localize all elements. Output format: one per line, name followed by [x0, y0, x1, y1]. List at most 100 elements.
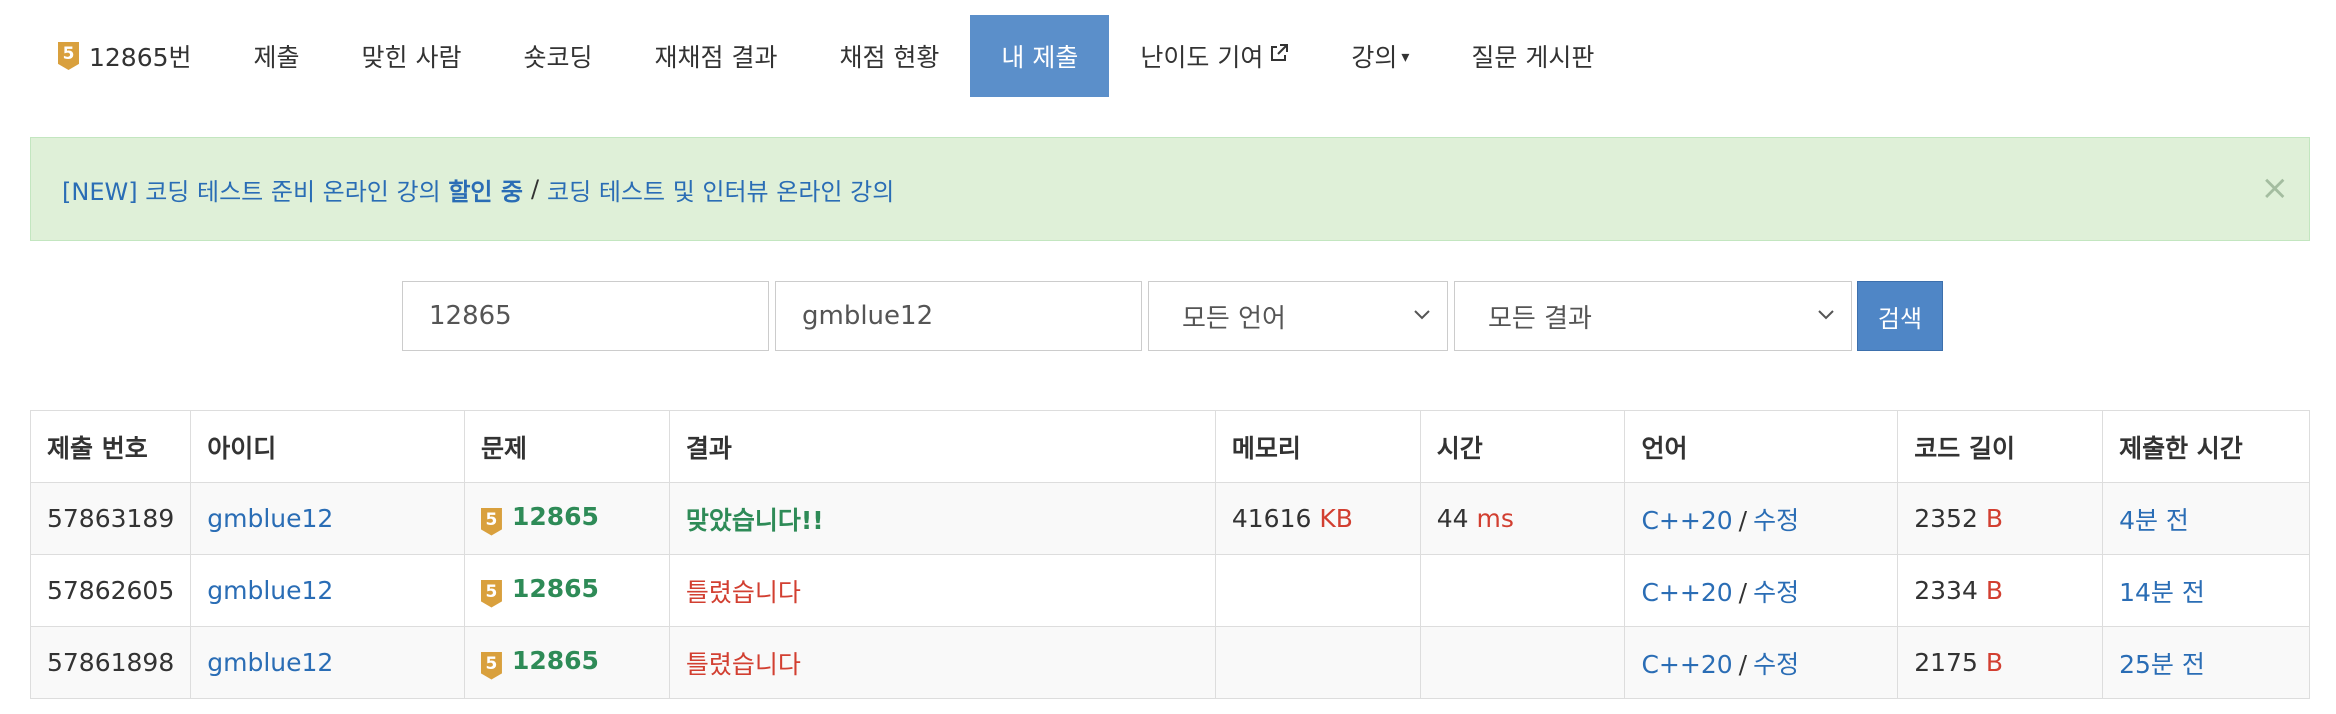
nav-my-submissions[interactable]: 내 제출: [970, 15, 1110, 97]
user-id-value: gmblue12: [802, 301, 934, 331]
header-time: 시간: [1419, 410, 1626, 483]
chevron-down-icon: [1413, 304, 1431, 328]
time-cell: 44 ms: [1419, 482, 1626, 555]
submitted-time-link[interactable]: 14분 전: [2102, 554, 2310, 627]
header-result: 결과: [668, 410, 1216, 483]
nav-status[interactable]: 채점 현황: [808, 15, 970, 97]
result-select[interactable]: 모든 결과: [1454, 281, 1852, 351]
code-length-unit: B: [1985, 576, 2003, 605]
nav-submit-label: 제출: [253, 43, 300, 72]
header-memory: 메모리: [1214, 410, 1421, 483]
language-cell: C++20/수정: [1624, 482, 1899, 555]
header-problem: 문제: [463, 410, 670, 483]
problem-number: 12865: [511, 645, 599, 675]
header-user: 아이디: [190, 410, 465, 483]
header-submission-id: 제출 번호: [29, 410, 192, 483]
search-button[interactable]: 검색: [1857, 281, 1943, 351]
language-cell: C++20/수정: [1624, 554, 1899, 627]
nav-short-coding[interactable]: 숏코딩: [493, 15, 624, 97]
edit-link[interactable]: 수정: [1753, 578, 1799, 607]
header-language: 언어: [1624, 410, 1899, 483]
tier-badge-icon: 5: [58, 42, 79, 70]
tier-badge-icon: 5: [480, 651, 502, 680]
submitted-time-link[interactable]: 4분 전: [2102, 482, 2310, 555]
user-id-input[interactable]: gmblue12: [775, 281, 1142, 351]
submission-id: 57862605: [29, 554, 192, 627]
memory-cell: 41616 KB: [1214, 482, 1421, 555]
problem-link[interactable]: 5 12865: [463, 482, 670, 555]
time-cell: [1419, 626, 1626, 699]
code-length-value: 2334: [1914, 576, 1978, 605]
memory-value: 41616: [1231, 504, 1312, 533]
time-cell: [1419, 554, 1626, 627]
edit-link[interactable]: 수정: [1753, 650, 1799, 679]
language-link[interactable]: C++20: [1641, 650, 1732, 679]
problem-id-input[interactable]: 12865: [402, 281, 769, 351]
language-select-value: 모든 언어: [1182, 303, 1286, 334]
edit-link[interactable]: 수정: [1753, 506, 1799, 535]
problem-link[interactable]: 5 12865: [463, 554, 670, 627]
problem-number: 12865: [511, 501, 599, 531]
promo-separator: /: [530, 175, 540, 203]
user-link[interactable]: gmblue12: [190, 626, 465, 699]
nav-solvers-label: 맞힌 사람: [361, 43, 462, 72]
tier-badge-icon: 5: [480, 579, 502, 608]
promo-link-1-bold: 할인 중: [448, 177, 523, 206]
memory-cell: [1214, 554, 1421, 627]
language-separator: /: [1738, 577, 1748, 607]
promo-link-2[interactable]: 코딩 테스트 및 인터뷰 온라인 강의: [547, 172, 894, 207]
language-select[interactable]: 모든 언어: [1148, 281, 1448, 351]
chevron-down-icon: [1817, 304, 1835, 328]
language-separator: /: [1738, 649, 1748, 679]
nav-short-coding-label: 숏코딩: [523, 43, 593, 72]
language-separator: /: [1738, 505, 1748, 535]
close-icon[interactable]: ×: [2261, 168, 2290, 208]
code-length-unit: B: [1985, 504, 2003, 533]
nav-lectures[interactable]: 강의 ▾: [1320, 15, 1440, 97]
promo-alert: [NEW] 코딩 테스트 준비 온라인 강의 할인 중 / 코딩 테스트 및 인…: [30, 137, 2310, 241]
nav-problem[interactable]: 5 12865번: [30, 15, 223, 97]
nav-difficulty[interactable]: 난이도 기여: [1109, 15, 1320, 97]
nav-solvers[interactable]: 맞힌 사람: [331, 15, 493, 97]
language-link[interactable]: C++20: [1641, 578, 1732, 607]
memory-unit: KB: [1319, 504, 1353, 533]
submissions-table: 제출 번호 아이디 문제 결과 메모리 시간 언어 코드 길이 제출한 시간 5…: [29, 410, 2310, 699]
code-length-unit: B: [1985, 648, 2003, 677]
nav-problem-label: 12865번: [89, 43, 192, 72]
language-link[interactable]: C++20: [1641, 506, 1732, 535]
code-length-cell: 2352 B: [1897, 482, 2104, 555]
time-unit: ms: [1476, 504, 1514, 533]
result-select-value: 모든 결과: [1488, 303, 1592, 334]
table-header-row: 제출 번호 아이디 문제 결과 메모리 시간 언어 코드 길이 제출한 시간: [29, 410, 2310, 483]
submission-id: 57863189: [29, 482, 192, 555]
problem-number: 12865: [511, 573, 599, 603]
nav-status-label: 채점 현황: [839, 43, 940, 72]
language-cell: C++20/수정: [1624, 626, 1899, 699]
caret-down-icon: ▾: [1401, 46, 1410, 66]
nav-my-submissions-label: 내 제출: [1001, 43, 1079, 72]
code-length-value: 2352: [1914, 504, 1978, 533]
external-link-icon: [1269, 43, 1289, 69]
table-row: 57863189 gmblue12 5 12865 맞았습니다!! 41616 K…: [29, 482, 2310, 555]
problem-link[interactable]: 5 12865: [463, 626, 670, 699]
promo-link-1-text: [NEW] 코딩 테스트 준비 온라인 강의: [62, 177, 441, 206]
tier-badge-icon: 5: [480, 507, 502, 536]
header-code-length: 코드 길이: [1897, 410, 2104, 483]
submitted-time-link[interactable]: 25분 전: [2102, 626, 2310, 699]
nav-board-label: 질문 게시판: [1471, 43, 1595, 72]
problem-nav: 5 12865번 제출 맞힌 사람 숏코딩 재채점 결과 채점 현황 내 제출 …: [30, 15, 1625, 97]
time-value: 44: [1436, 504, 1469, 533]
promo-link-1[interactable]: [NEW] 코딩 테스트 준비 온라인 강의 할인 중: [62, 172, 523, 207]
user-link[interactable]: gmblue12: [190, 482, 465, 555]
code-length-cell: 2175 B: [1897, 626, 2104, 699]
table-row: 57862605 gmblue12 5 12865 틀렸습니다 C++20/수정 …: [29, 554, 2310, 627]
problem-id-value: 12865: [429, 301, 512, 331]
user-link[interactable]: gmblue12: [190, 554, 465, 627]
nav-rejudge[interactable]: 재채점 결과: [624, 15, 809, 97]
result-text: 틀렸습니다: [668, 554, 1216, 627]
nav-submit[interactable]: 제출: [223, 15, 331, 97]
result-text: 틀렸습니다: [668, 626, 1216, 699]
table-row: 57861898 gmblue12 5 12865 틀렸습니다 C++20/수정 …: [29, 626, 2310, 699]
header-submitted: 제출한 시간: [2102, 410, 2310, 483]
nav-board[interactable]: 질문 게시판: [1440, 15, 1625, 97]
